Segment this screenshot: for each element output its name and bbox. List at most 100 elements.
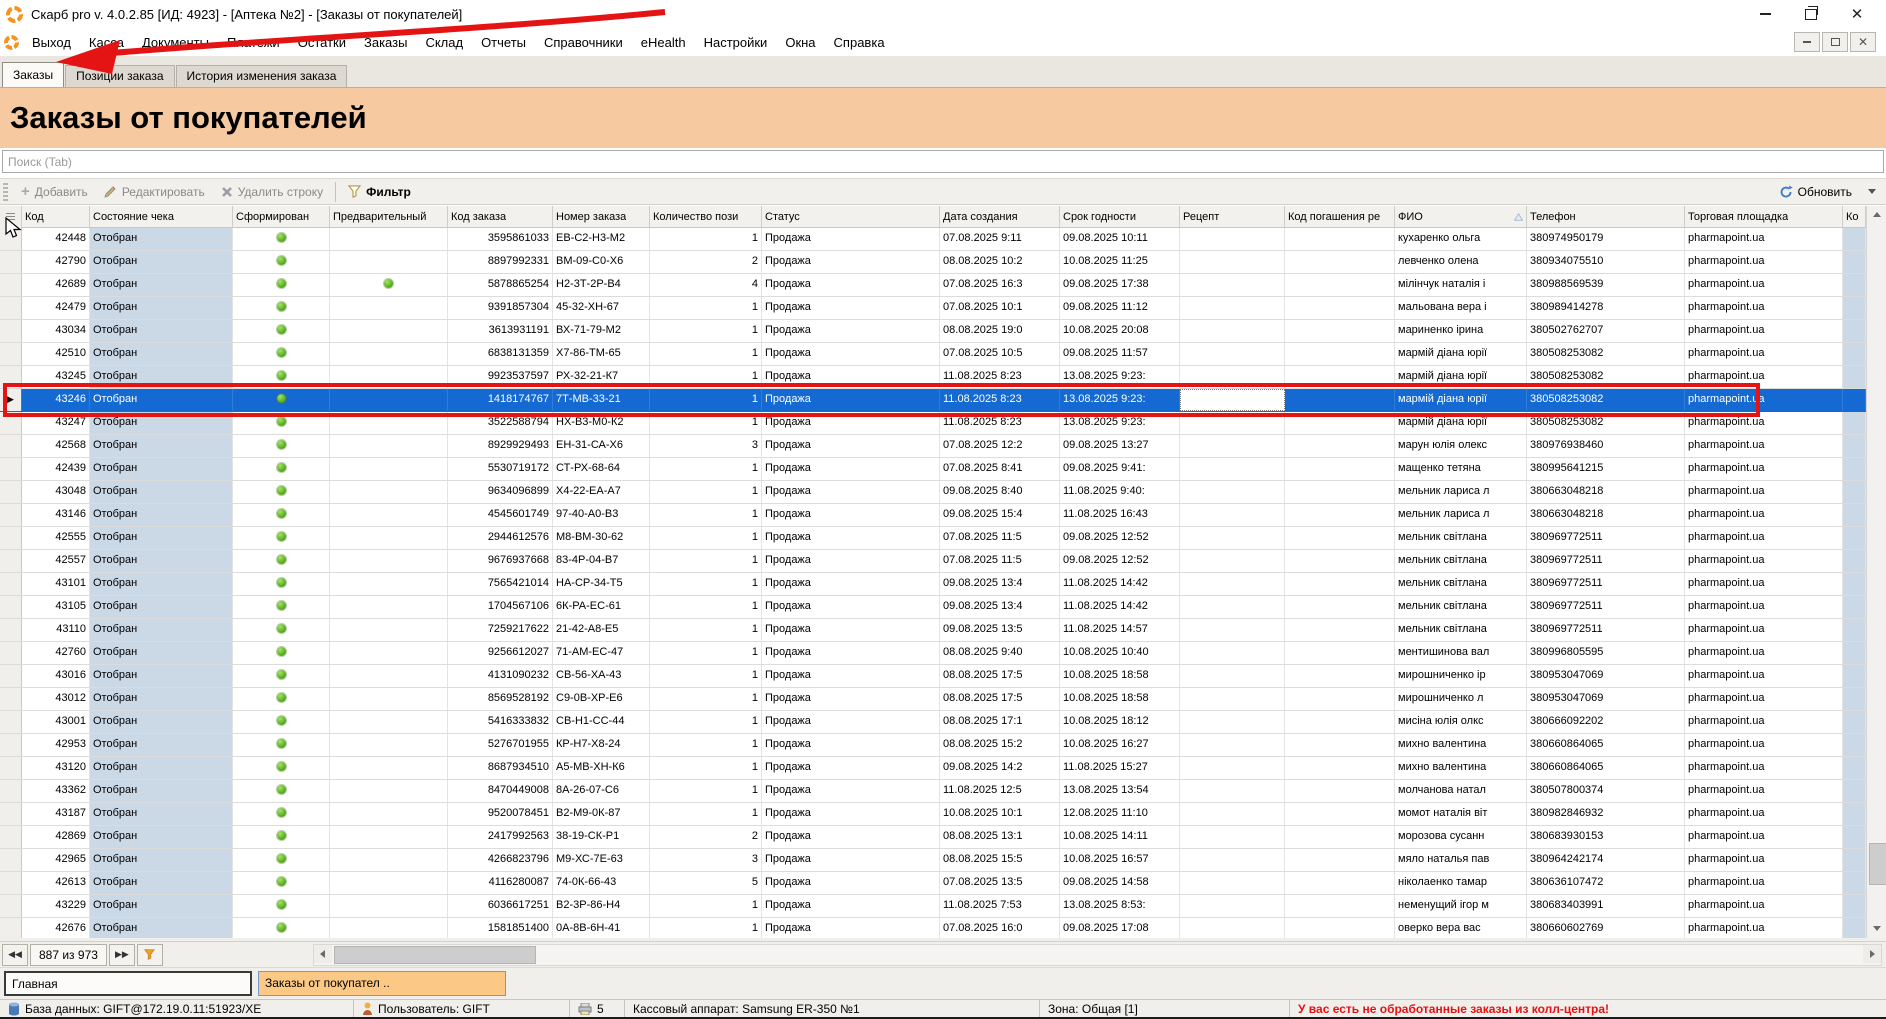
column-header-state[interactable]: Состояние чека [90, 206, 233, 228]
filter-button[interactable]: Фильтр [340, 180, 419, 204]
table-row[interactable]: 42869Отобран241799256338-19-СК-Р12Продаж… [0, 826, 1866, 849]
table-row[interactable]: 43001Отобран5416333832СВ-Н1-СС-441Продаж… [0, 711, 1866, 734]
column-header-redemption[interactable]: Код погашения ре [1285, 206, 1395, 228]
tab-1[interactable]: Заказы [2, 62, 64, 87]
restore-button[interactable] [1788, 1, 1834, 27]
menu-item-11[interactable]: Настройки [695, 32, 777, 53]
table-row[interactable]: ▶43246Отобран14181747677Т-МВ-33-211Прода… [0, 389, 1866, 412]
table-row[interactable]: 43229Отобран6036617251В2-3Р-86-Н41Продаж… [0, 895, 1866, 918]
table-row[interactable]: 42557Отобран967693766883-4Р-04-В71Продаж… [0, 550, 1866, 573]
table-row[interactable]: 43146Отобран454560174997-40-А0-В31Продаж… [0, 504, 1866, 527]
column-header-ko[interactable]: Ко [1843, 206, 1866, 228]
cell-status: Продажа [762, 849, 940, 871]
table-row[interactable]: 43120Отобран8687934510А5-МВ-ХН-К61Продаж… [0, 757, 1866, 780]
table-row[interactable]: 43245Отобран9923537597РХ-32-21-К71Продаж… [0, 366, 1866, 389]
column-header-phone[interactable]: Телефон [1527, 206, 1685, 228]
table-row[interactable]: 42479Отобран939185730445-32-ХН-671Продаж… [0, 297, 1866, 320]
column-header-status[interactable]: Статус [762, 206, 940, 228]
menu-item-7[interactable]: Склад [416, 32, 472, 53]
menu-item-10[interactable]: eHealth [632, 32, 695, 53]
refresh-button[interactable]: Обновить [1771, 180, 1860, 204]
cell-phone: 380508253082 [1527, 389, 1685, 411]
column-header-created[interactable]: Дата создания [940, 206, 1060, 228]
menu-item-13[interactable]: Справка [825, 32, 894, 53]
column-header-formed[interactable]: Сформирован [233, 206, 330, 228]
table-row[interactable]: 42689Отобран5878865254Н2-3Т-2Р-В44Продаж… [0, 274, 1866, 297]
horizontal-scrollbar[interactable] [313, 944, 1882, 966]
cell-receipt [1180, 780, 1285, 802]
table-row[interactable]: 43012Отобран8569528192С9-0В-ХР-Е61Продаж… [0, 688, 1866, 711]
delete-x-icon [221, 186, 233, 198]
first-record-button[interactable]: ◀◀ [2, 944, 28, 966]
edit-button[interactable]: Редактировать [96, 180, 213, 204]
column-header-fio[interactable]: ФИО [1395, 206, 1527, 228]
column-header-order_code[interactable]: Код заказа [448, 206, 553, 228]
menu-item-12[interactable]: Окна [776, 32, 824, 53]
column-header-qty[interactable]: Количество пози [650, 206, 762, 228]
tab-3[interactable]: История изменения заказа [176, 65, 348, 87]
table-row[interactable]: 43362Отобран84704490088А-26-07-С61Продаж… [0, 780, 1866, 803]
table-row[interactable]: 42965Отобран4266823796М9-ХС-7Е-633Продаж… [0, 849, 1866, 872]
green-dot-icon [277, 900, 286, 909]
minimize-button[interactable] [1742, 1, 1788, 27]
scroll-left-button[interactable] [314, 945, 332, 963]
cell-fio: мирошниченко л [1395, 688, 1527, 710]
refresh-dropdown-arrow-icon[interactable] [1868, 189, 1876, 194]
taskbar-button-orders[interactable]: Заказы от покупател .. [258, 971, 506, 996]
cell-order_num: 45-32-ХН-67 [553, 297, 650, 319]
close-button[interactable]: ✕ [1834, 1, 1880, 27]
table-row[interactable]: 42613Отобран411628008774-0К-66-435Продаж… [0, 872, 1866, 895]
table-row[interactable]: 42555Отобран2944612576М8-ВМ-30-621Продаж… [0, 527, 1866, 550]
menu-item-8[interactable]: Отчеты [472, 32, 535, 53]
table-row[interactable]: 43110Отобран725921762221-42-А8-Е51Продаж… [0, 619, 1866, 642]
column-header-receipt[interactable]: Рецепт [1180, 206, 1285, 228]
column-header-code[interactable]: Код [22, 206, 90, 228]
column-header-sel[interactable] [0, 206, 22, 228]
menu-item-1[interactable]: Выход [23, 32, 80, 53]
scroll-right-button[interactable] [1863, 945, 1881, 963]
menu-item-6[interactable]: Заказы [355, 32, 416, 53]
navigator-filter-button[interactable] [137, 944, 163, 966]
horizontal-scrollbar-thumb[interactable] [334, 946, 536, 964]
mdi-restore-button[interactable] [1822, 32, 1848, 52]
table-row[interactable]: 43034Отобран3613931191ВХ-71-79-М21Продаж… [0, 320, 1866, 343]
menu-item-4[interactable]: Платежи [218, 32, 289, 53]
table-row[interactable]: 43105Отобран17045671066К-РА-ЕС-611Продаж… [0, 596, 1866, 619]
cell-phone: 380663048218 [1527, 481, 1685, 503]
menu-item-3[interactable]: Документы [133, 32, 218, 53]
table-row[interactable]: 42510Отобран6838131359Х7-86-ТМ-651Продаж… [0, 343, 1866, 366]
table-row[interactable]: 42760Отобран925661202771-АМ-ЕС-471Продаж… [0, 642, 1866, 665]
mdi-minimize-button[interactable] [1794, 32, 1820, 52]
table-row[interactable]: 42790Отобран8897992331ВМ-09-С0-Х62Продаж… [0, 251, 1866, 274]
column-header-platform[interactable]: Торговая площадка [1685, 206, 1843, 228]
scroll-up-button[interactable] [1868, 206, 1886, 223]
status-zone: Зона: Общая [1] [1040, 1000, 1290, 1018]
menu-item-5[interactable]: Остатки [289, 32, 355, 53]
add-button[interactable]: + Добавить [13, 180, 96, 204]
column-header-order_num[interactable]: Номер заказа [553, 206, 650, 228]
table-row[interactable]: 42676Отобран15818514000А-8В-6Н-411Продаж… [0, 918, 1866, 938]
delete-row-button[interactable]: Удалить строку [213, 180, 331, 204]
table-row[interactable]: 43048Отобран9634096899Х4-22-ЕА-А71Продаж… [0, 481, 1866, 504]
table-row[interactable]: 42568Отобран8929929493ЕН-31-СА-Х63Продаж… [0, 435, 1866, 458]
table-row[interactable]: 42953Отобран5276701955КР-Н7-Х8-241Продаж… [0, 734, 1866, 757]
column-header-expiry[interactable]: Срок годности [1060, 206, 1180, 228]
table-row[interactable]: 42448Отобран3595861033ЕВ-С2-Н3-М21Продаж… [0, 228, 1866, 251]
table-row[interactable]: 42439Отобран5530719172СТ-РХ-68-641Продаж… [0, 458, 1866, 481]
menu-item-2[interactable]: Касса [80, 32, 133, 53]
tab-2[interactable]: Позиции заказа [65, 65, 174, 87]
table-row[interactable]: 43247Отобран3522588794НХ-В3-М0-К21Продаж… [0, 412, 1866, 435]
vertical-scrollbar-thumb[interactable] [1869, 843, 1886, 885]
table-row[interactable]: 43101Отобран7565421014НА-СР-34-Т51Продаж… [0, 573, 1866, 596]
table-row[interactable]: 43016Отобран4131090232СВ-56-ХА-431Продаж… [0, 665, 1866, 688]
column-header-prelim[interactable]: Предварительный [330, 206, 448, 228]
menu-item-9[interactable]: Справочники [535, 32, 632, 53]
cell-status: Продажа [762, 320, 940, 342]
table-row[interactable]: 43187Отобран9520078451В2-М9-0К-871Продаж… [0, 803, 1866, 826]
taskbar-button-home[interactable]: Главная [4, 971, 252, 996]
mdi-close-button[interactable]: ✕ [1850, 32, 1876, 52]
search-input[interactable] [2, 150, 1884, 173]
last-record-button[interactable]: ▶▶ [109, 944, 135, 966]
vertical-scrollbar[interactable] [1866, 206, 1886, 938]
scroll-down-button[interactable] [1868, 920, 1886, 937]
